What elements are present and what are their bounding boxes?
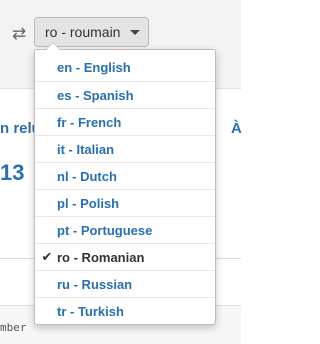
language-option[interactable]: nl - Dutch <box>35 162 215 189</box>
language-option-label: nl - Dutch <box>57 169 117 184</box>
language-option-label: pl - Polish <box>57 196 120 211</box>
language-dropdown-menu: en - English es - Spanish fr - French it - … <box>34 42 216 325</box>
language-option-label: pt - Portuguese <box>57 223 153 238</box>
language-option[interactable]: it - Italian <box>35 135 215 162</box>
language-option[interactable]: es - Spanish <box>35 81 215 108</box>
language-option[interactable]: ✔ ro - Romanian <box>35 243 215 270</box>
language-option-label: ru - Russian <box>57 277 133 292</box>
language-option[interactable]: pt - Portuguese <box>35 216 215 243</box>
language-select-label: ro - roumain <box>45 24 121 40</box>
language-option-label: fr - French <box>57 115 122 130</box>
language-option-label: tr - Turkish <box>57 304 124 319</box>
language-option-label: ro - Romanian <box>57 250 145 265</box>
language-list: en - English es - Spanish fr - French it - … <box>35 54 215 324</box>
checkmark-icon: ✔ <box>41 250 53 265</box>
language-option[interactable]: tr - Turkish <box>35 297 215 324</box>
swap-arrows-icon[interactable]: ⇄ <box>9 24 29 44</box>
language-option[interactable]: fr - French <box>35 108 215 135</box>
background-number-fragment: 13 <box>0 160 25 185</box>
language-option-label: en - English <box>57 60 131 75</box>
background-code-fragment: mber <box>0 321 27 334</box>
language-option[interactable]: pl - Polish <box>35 189 215 216</box>
language-option[interactable]: ru - Russian <box>35 270 215 297</box>
language-option[interactable]: en - English <box>35 54 215 81</box>
language-option-label: it - Italian <box>57 142 115 157</box>
language-option-label: es - Spanish <box>57 88 134 103</box>
caret-down-icon <box>130 30 140 35</box>
background-right-fragment: À <box>231 120 242 137</box>
